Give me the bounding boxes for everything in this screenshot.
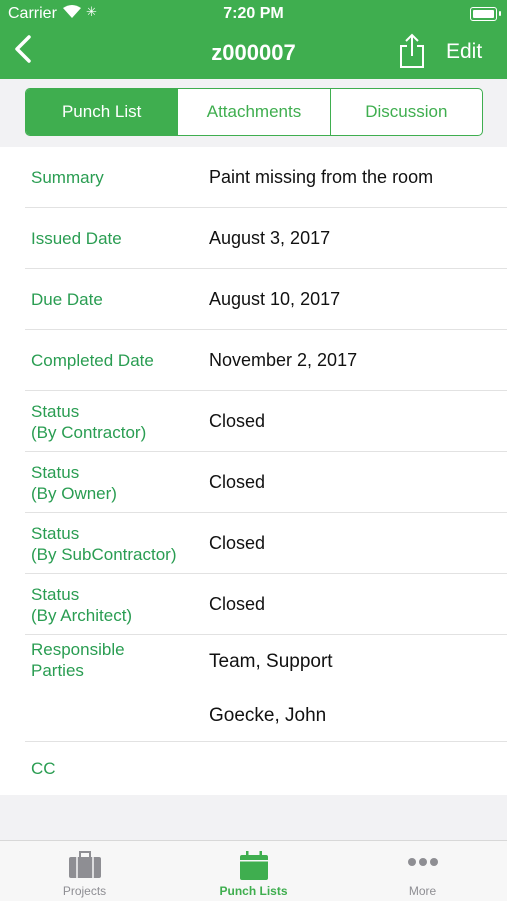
status-contractor-label: Status (By Contractor) <box>31 401 146 443</box>
responsible-party-2: Goecke, John <box>209 705 327 726</box>
completed-date-value: November 2, 2017 <box>209 350 358 370</box>
completed-date-row: Completed Date November 2, 2017 <box>25 330 507 391</box>
cc-row: CC <box>25 742 507 795</box>
tab-bar: Projects Punch Lists More <box>0 840 507 901</box>
status-time: 7:20 PM <box>223 5 284 22</box>
summary-value: Paint missing from the room <box>209 167 434 187</box>
summary-label: Summary <box>31 168 104 187</box>
tab-punch-lists[interactable]: Punch Lists <box>169 841 338 901</box>
status-label-line: Status <box>31 585 80 604</box>
status-subcontractor-value: Closed <box>209 533 266 553</box>
tab-projects-label: Projects <box>62 884 107 898</box>
status-label-line: Status <box>31 524 80 543</box>
status-bar: Carrier ✳ 7:20 PM <box>0 0 507 28</box>
due-date-value: August 10, 2017 <box>209 289 341 309</box>
responsible-parties-row: Responsible Parties Team, Support Goecke… <box>25 635 507 742</box>
detail-list: Summary Paint missing from the room Issu… <box>0 147 507 795</box>
responsible-label-line: Parties <box>31 661 84 680</box>
responsible-label-line: Responsible <box>31 640 125 659</box>
status-contractor-row: Status (By Contractor) Closed <box>25 391 507 452</box>
due-date-row: Due Date August 10, 2017 <box>25 269 507 330</box>
battery-icon <box>470 7 501 21</box>
segment-discussion[interactable]: Discussion <box>329 89 482 135</box>
issued-date-value: August 3, 2017 <box>209 228 331 248</box>
status-architect-value: Closed <box>209 594 266 614</box>
segment-attachments[interactable]: Attachments <box>177 89 329 135</box>
cc-label: CC <box>31 759 56 778</box>
navigation-bar: Carrier ✳ 7:20 PM z000007 Edit <box>0 0 507 79</box>
status-owner-row: Status (By Owner) Closed <box>25 452 507 513</box>
issued-date-row: Issued Date August 3, 2017 <box>25 208 507 269</box>
segment-bar: Punch List Attachments Discussion <box>0 79 507 147</box>
due-date-label: Due Date <box>31 290 103 309</box>
completed-date-label: Completed Date <box>31 351 154 370</box>
status-owner-value: Closed <box>209 472 266 492</box>
tab-more[interactable]: More <box>338 841 507 901</box>
status-architect-label: Status (By Architect) <box>31 584 132 626</box>
segment-punch-list[interactable]: Punch List <box>26 89 178 135</box>
share-icon <box>400 33 424 68</box>
tab-projects[interactable]: Projects <box>0 841 169 901</box>
edit-button[interactable]: Edit <box>446 40 482 64</box>
more-dots-icon <box>407 858 438 866</box>
tab-punch-lists-label: Punch Lists <box>219 884 288 898</box>
page-title: z000007 <box>211 40 296 65</box>
status-qualifier-line: (By Owner) <box>31 484 117 503</box>
status-architect-row: Status (By Architect) Closed <box>25 574 507 635</box>
status-subcontractor-row: Status (By SubContractor) Closed <box>25 513 507 574</box>
status-contractor-value: Closed <box>209 411 266 431</box>
calendar-icon <box>239 851 268 880</box>
issued-date-label: Issued Date <box>31 229 122 248</box>
tab-more-label: More <box>408 884 437 898</box>
segmented-control: Punch List Attachments Discussion <box>25 88 483 136</box>
status-qualifier-line: (By SubContractor) <box>31 545 177 564</box>
status-owner-label: Status (By Owner) <box>31 462 117 504</box>
status-subcontractor-label: Status (By SubContractor) <box>31 523 177 565</box>
status-qualifier-line: (By Architect) <box>31 606 133 625</box>
briefcase-icon <box>68 851 101 878</box>
summary-row: Summary Paint missing from the room <box>25 147 507 208</box>
responsible-parties-label: Responsible Parties <box>31 639 125 681</box>
status-label-line: Status <box>31 402 80 421</box>
status-label-line: Status <box>31 463 80 482</box>
responsible-party-1: Team, Support <box>209 651 333 672</box>
share-button[interactable] <box>398 33 426 69</box>
status-qualifier-line: (By Contractor) <box>31 423 147 442</box>
